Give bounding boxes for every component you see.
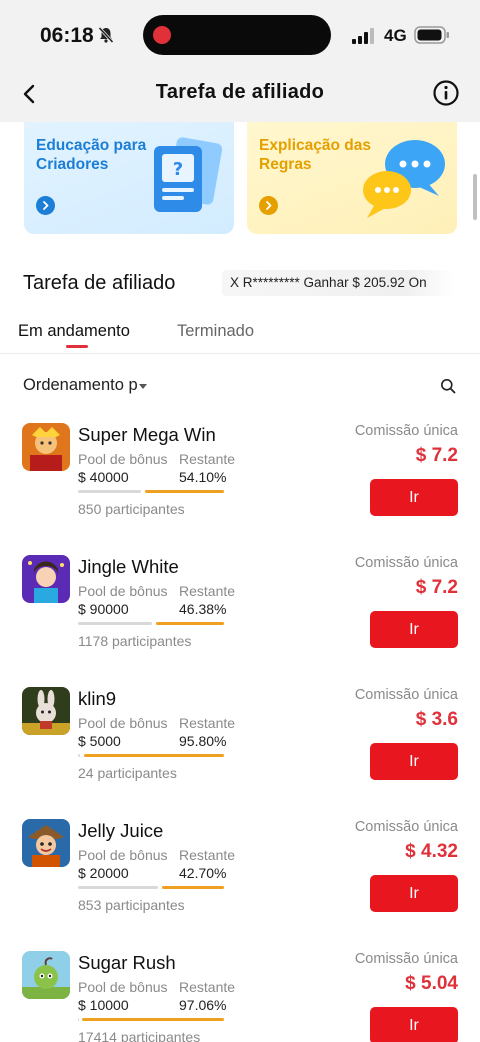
game-name: Super Mega Win: [78, 424, 216, 445]
search-icon[interactable]: [440, 378, 456, 394]
remaining-label: Restante: [179, 451, 236, 467]
sort-dropdown[interactable]: Ordenamento p: [23, 376, 138, 395]
task-item: Jingle White Pool de bônus Restante $ 90…: [0, 547, 480, 679]
participants-count: 17414 participantes: [78, 1029, 201, 1042]
commission-label: Comissão única: [354, 951, 458, 967]
network-type: 4G: [384, 26, 407, 45]
remaining-progress-bar: [78, 622, 224, 625]
recording-dot-icon: [153, 26, 171, 44]
commission-value: $ 7.2: [415, 577, 458, 598]
bell-muted-icon: [98, 26, 114, 44]
task-item: Jelly Juice Pool de bônus Restante $ 200…: [0, 811, 480, 943]
remaining-value: 97.06%: [179, 997, 227, 1013]
remaining-label: Restante: [179, 583, 236, 599]
bonus-pool-value: $ 20000: [78, 865, 129, 881]
bonus-pool-label: Pool de bônus: [78, 451, 168, 467]
active-tab-indicator: [66, 345, 88, 348]
battery-icon: [414, 26, 449, 44]
arrow-right-icon: [36, 196, 55, 215]
bonus-pool-label: Pool de bônus: [78, 583, 168, 599]
dynamic-island: [143, 15, 331, 55]
used-segment: [78, 754, 81, 757]
remaining-progress-bar: [78, 1018, 224, 1021]
bonus-pool-label: Pool de bônus: [78, 847, 168, 863]
go-button[interactable]: Ir: [370, 875, 458, 912]
remaining-segment: [145, 490, 224, 493]
bonus-pool-value: $ 90000: [78, 601, 129, 617]
remaining-value: 46.38%: [179, 601, 227, 617]
banner-row: Educação para Criadores ? Explicação das…: [0, 122, 480, 234]
remaining-segment: [82, 1018, 224, 1021]
participants-count: 850 participantes: [78, 501, 185, 517]
game-name: Jelly Juice: [78, 820, 164, 841]
go-button[interactable]: Ir: [370, 611, 458, 648]
remaining-segment: [156, 622, 224, 625]
commission-value: $ 4.32: [405, 841, 458, 862]
commission-label: Comissão única: [354, 687, 458, 703]
used-segment: [78, 490, 141, 493]
game-thumbnail-image[interactable]: [22, 555, 70, 603]
remaining-label: Restante: [179, 979, 236, 995]
commission-value: $ 3.6: [415, 709, 458, 730]
go-button[interactable]: Ir: [370, 743, 458, 780]
task-item: Super Mega Win Pool de bônus Restante $ …: [0, 415, 480, 547]
info-icon[interactable]: [432, 79, 460, 107]
task-item: Sugar Rush Pool de bônus Restante $ 1000…: [0, 943, 480, 1042]
commission-label: Comissão única: [354, 423, 458, 439]
participants-count: 853 participantes: [78, 897, 185, 913]
top-app-bar: Tarefa de afiliado: [0, 70, 480, 122]
remaining-progress-bar: [78, 754, 224, 757]
remaining-label: Restante: [179, 715, 236, 731]
used-segment: [78, 622, 153, 625]
commission-label: Comissão única: [354, 555, 458, 571]
used-segment: [78, 886, 158, 889]
signal-icon: [352, 28, 374, 44]
commission-label: Comissão única: [354, 819, 458, 835]
remaining-progress-bar: [78, 490, 224, 493]
game-name: klin9: [78, 688, 117, 709]
remaining-segment: [161, 886, 224, 889]
bonus-pool-value: $ 10000: [78, 997, 129, 1013]
caret-down-icon[interactable]: [139, 384, 147, 389]
go-button[interactable]: Ir: [370, 1007, 458, 1042]
bonus-pool-label: Pool de bônus: [78, 715, 168, 731]
remaining-label: Restante: [179, 847, 236, 863]
arrow-right-icon: [259, 196, 278, 215]
game-thumbnail-image[interactable]: [22, 687, 70, 735]
bonus-pool-label: Pool de bônus: [78, 979, 168, 995]
page-title: Tarefa de afiliado: [155, 81, 325, 103]
game-name: Sugar Rush: [78, 952, 176, 973]
bonus-pool-value: $ 5000: [78, 733, 121, 749]
status-time: 06:18: [40, 24, 94, 47]
tab-in-progress[interactable]: Em andamento: [18, 322, 130, 341]
section-title: Tarefa de afiliado: [23, 272, 176, 294]
remaining-value: 42.70%: [179, 865, 227, 881]
commission-value: $ 5.04: [405, 973, 458, 994]
remaining-progress-bar: [78, 886, 224, 889]
creator-education-banner[interactable]: Educação para Criadores ?: [24, 122, 234, 234]
tab-finished[interactable]: Terminado: [177, 322, 254, 341]
bonus-pool-value: $ 40000: [78, 469, 129, 485]
task-item: klin9 Pool de bônus Restante $ 5000 95.8…: [0, 679, 480, 811]
scrollbar[interactable]: [473, 174, 477, 220]
participants-count: 24 participantes: [78, 765, 177, 781]
chat-bubbles-icon: [363, 140, 445, 218]
tab-bar: Em andamento Terminado: [0, 318, 480, 354]
status-bar: 06:18 4G: [0, 0, 480, 70]
commission-value: $ 7.2: [415, 445, 458, 466]
remaining-segment: [84, 754, 224, 757]
ticker-text: X R********* Ganhar $ 205.92 On: [230, 275, 427, 290]
game-thumbnail-image[interactable]: [22, 423, 70, 471]
participants-count: 1178 participantes: [78, 633, 192, 649]
remaining-value: 95.80%: [179, 733, 227, 749]
game-name: Jingle White: [78, 556, 179, 577]
game-thumbnail-image[interactable]: [22, 951, 70, 999]
question-card-icon: ?: [154, 137, 223, 212]
remaining-value: 54.10%: [179, 469, 227, 485]
rules-explanation-banner[interactable]: Explicação das Regras: [247, 122, 457, 234]
svg-text:?: ?: [173, 159, 183, 180]
go-button[interactable]: Ir: [370, 479, 458, 516]
game-thumbnail-image[interactable]: [22, 819, 70, 867]
earnings-ticker: X R********* Ganhar $ 205.92 On: [222, 270, 454, 296]
